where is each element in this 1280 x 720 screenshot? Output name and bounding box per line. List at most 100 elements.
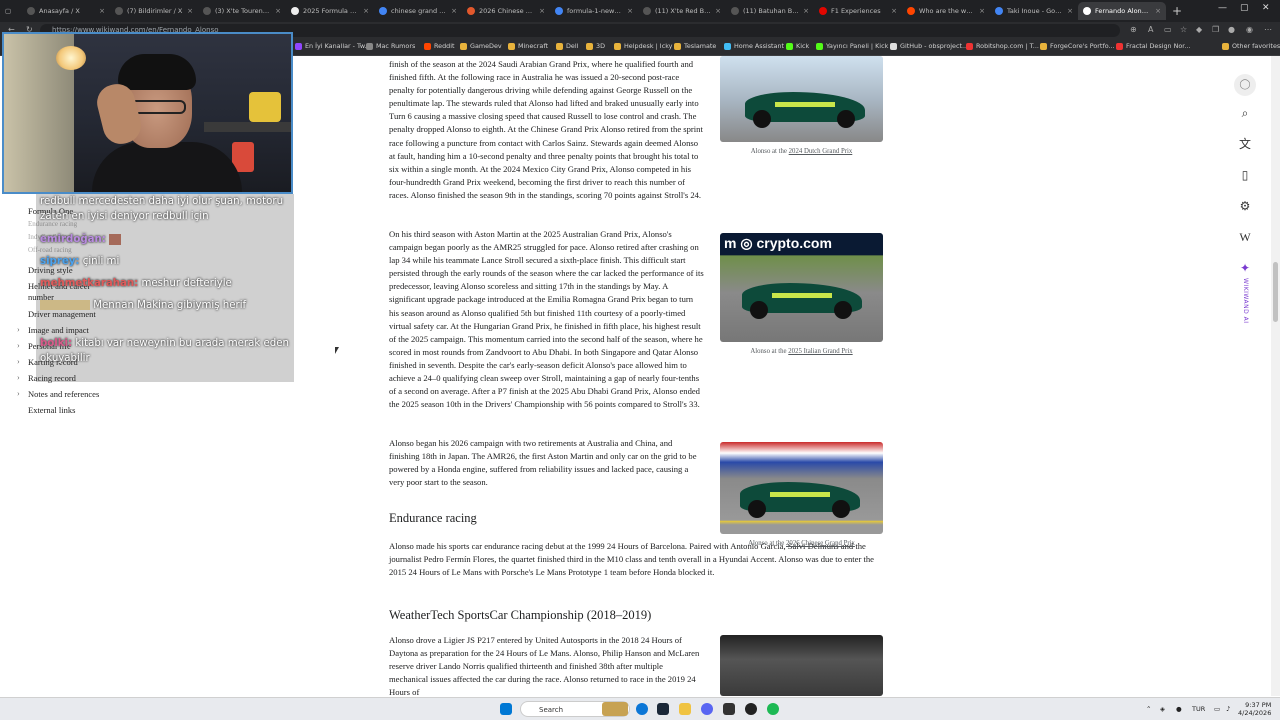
car-photo[interactable] [720,442,883,534]
more-menu-icon[interactable]: ⋯ [1264,25,1272,34]
car-photo[interactable] [720,635,883,696]
discord-icon[interactable] [701,703,713,715]
tab-favicon [819,7,827,15]
scrollbar-thumb[interactable] [1273,262,1278,322]
close-tab-icon[interactable]: × [363,7,369,15]
bookmark-8[interactable]: Teslamate [674,42,716,50]
caption-link[interactable]: 2026 Chinese Grand Prix [786,540,855,547]
tab-2[interactable]: (3) X'te Tourens: " × [198,2,286,20]
close-tab-icon[interactable]: × [891,7,897,15]
chevron-right-icon[interactable]: › [17,325,20,334]
chevron-right-icon[interactable]: › [17,373,20,382]
file-explorer-icon[interactable] [679,703,691,715]
bookmark-label: En İyi Kanallar - Tw... [305,42,371,50]
start-icon[interactable] [500,703,512,715]
read-aloud-icon[interactable]: A [1148,25,1153,34]
wikiwand-ai-label[interactable]: WIKIWAND AI [1242,278,1249,324]
close-tab-icon[interactable]: × [1067,7,1073,15]
copilot-icon[interactable]: ◉ [1246,25,1253,34]
translate-icon[interactable]: 文 [1238,137,1252,151]
tab-8[interactable]: (11) Batuhan Bozkan (× [726,2,814,20]
bookmark-9[interactable]: Home Assistant [724,42,784,50]
bookmark-7[interactable]: Helpdesk | Icky [614,42,672,50]
collections-icon[interactable]: ❐ [1212,25,1219,34]
language-indicator[interactable]: TUR [1192,705,1205,713]
close-tab-icon[interactable]: × [187,7,193,15]
tab-7[interactable]: (11) X'te Red Bull Türk× [638,2,726,20]
bookmark-4[interactable]: Minecraft [508,42,548,50]
other-favorites-label: Other favorites [1232,42,1280,50]
profile-icon[interactable]: ● [1228,25,1235,34]
maximize-icon[interactable]: ▢ [1240,3,1249,13]
search-icon[interactable]: ⌕ [1238,106,1252,120]
tab-3[interactable]: 2025 Formula One Wo× [286,2,374,20]
tab-5[interactable]: 2026 Chinese Grand P × [462,2,550,20]
zoom-icon[interactable]: ⊕ [1130,25,1137,34]
tab-0[interactable]: Anasayfa / X × [22,2,110,20]
tab-1[interactable]: (7) Bildirimler / X × [110,2,198,20]
search-placeholder: Search [539,706,564,714]
new-tab-button[interactable]: + [1172,4,1182,18]
tab-10[interactable]: Who are the worst dri × [902,2,990,20]
car-photo[interactable] [720,56,883,142]
chevron-up-icon[interactable]: ⌃ [1146,705,1151,713]
close-tab-icon[interactable]: × [275,7,281,15]
bookmark-1[interactable]: Mac Rumors [366,42,415,50]
bookmark-14[interactable]: ForgeCore's Portfo... [1040,42,1115,50]
close-tab-icon[interactable]: × [451,7,457,15]
bookmark-2[interactable]: Reddit [424,42,454,50]
bookmark-11[interactable]: Yayıncı Paneli | Kick [816,42,888,50]
network-icon[interactable]: ◈ [1160,705,1165,713]
tab-12-active[interactable]: Fernando Alonso - Wi × [1078,2,1166,20]
wikipedia-icon[interactable]: W [1238,230,1252,244]
toc-item-notes-references[interactable]: › Notes and references [17,389,99,399]
user-icon[interactable]: ◯ [1234,74,1256,96]
microphone-icon[interactable]: ● [1176,705,1182,713]
split-screen-icon[interactable]: ▭ [1164,25,1172,34]
tab-6[interactable]: formula-1-news-2026 × [550,2,638,20]
tab-actions-icon[interactable]: ▢ [0,2,22,20]
tab-11[interactable]: Taki Inoue - Google S× [990,2,1078,20]
bookmark-13[interactable]: Robitshop.com | T... [966,42,1039,50]
close-tab-icon[interactable]: × [979,7,985,15]
steam-icon[interactable] [657,703,669,715]
bookmark-0[interactable]: En İyi Kanallar - Tw... [295,42,371,50]
toc-item-external-links[interactable]: External links [28,405,75,415]
bookmark-icon[interactable]: ▯ [1238,168,1252,182]
tab-9[interactable]: F1 Experiences × [814,2,902,20]
caption-link[interactable]: 2025 Italian Grand Prix [788,348,852,355]
volume-icon[interactable]: ♪ [1226,705,1230,713]
caption-link[interactable]: 2024 Dutch Grand Prix [789,148,853,155]
close-tab-icon[interactable]: × [1155,7,1161,15]
obs-icon[interactable] [723,703,735,715]
display-icon[interactable]: ▭ [1214,705,1220,713]
settings-gear-icon[interactable]: ⚙ [1238,199,1252,213]
bookmark-6[interactable]: 3D [586,42,605,50]
github-icon[interactable] [745,703,757,715]
edge-icon[interactable] [636,703,648,715]
spotify-icon[interactable] [767,703,779,715]
bookmark-15[interactable]: Fractal Design Nor... [1116,42,1190,50]
car-photo[interactable]: m ◎ crypto.com [720,233,883,342]
chevron-right-icon[interactable]: › [17,357,20,366]
minimize-icon[interactable]: — [1218,3,1227,13]
taskbar-clock[interactable]: 9:37 PM 4/24/2026 [1238,701,1271,717]
chevron-right-icon[interactable]: › [17,341,20,350]
bookmark-5[interactable]: Dell [556,42,578,50]
close-tab-icon[interactable]: × [715,7,721,15]
other-favorites[interactable]: Other favorites [1222,42,1280,50]
bookmark-10[interactable]: Kick [786,42,809,50]
scrollbar-track[interactable] [1271,56,1280,696]
tab-4[interactable]: chinese grand prix tick × [374,2,462,20]
extensions-icon[interactable]: ◆ [1196,25,1202,34]
ai-sparkle-icon[interactable]: ✦ [1238,261,1252,275]
close-tab-icon[interactable]: × [803,7,809,15]
close-tab-icon[interactable]: × [539,7,545,15]
close-window-icon[interactable]: ✕ [1262,3,1270,13]
chevron-right-icon[interactable]: › [17,389,20,398]
favorites-star-icon[interactable]: ☆ [1180,25,1187,34]
close-tab-icon[interactable]: × [627,7,633,15]
close-tab-icon[interactable]: × [99,7,105,15]
bookmark-3[interactable]: GameDev [460,42,502,50]
bookmark-12[interactable]: GitHub - obsproject... [890,42,968,50]
